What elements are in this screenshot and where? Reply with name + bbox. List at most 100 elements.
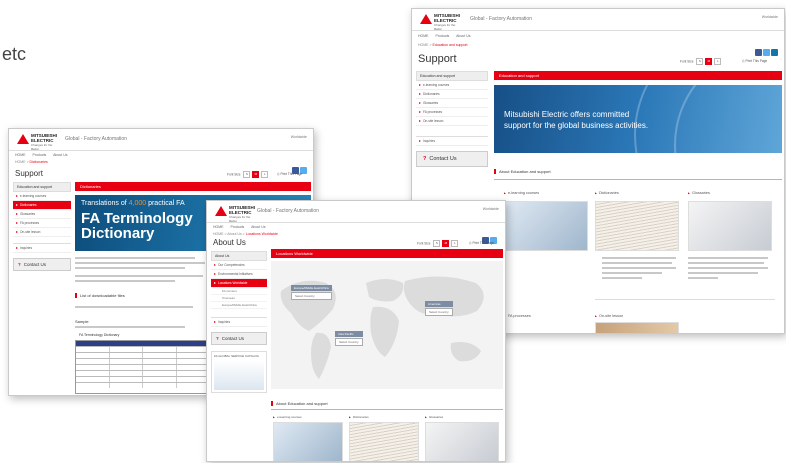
mitsubishi-logo[interactable]: MITSUBISHI ELECTRIC Changes for the Bett… [420, 13, 464, 31]
glossary-thumbnail[interactable] [688, 201, 772, 251]
sidebar-item-inquiries[interactable]: Inquiries [211, 317, 267, 327]
font-size-label: Font Size [417, 241, 431, 246]
sidebar-item-fa-processes[interactable]: FA processes [13, 219, 71, 228]
sidebar-subitem-overseas[interactable]: Overseas [211, 295, 267, 302]
sidebar-item-competencies[interactable]: Our Competencies [211, 261, 267, 270]
dictionary-thumbnail[interactable] [349, 422, 419, 461]
nav-about-us[interactable]: About Us [53, 153, 67, 157]
nav-about-us[interactable]: About Us [456, 34, 470, 38]
column-text [602, 257, 676, 259]
site-title: Global - Factory Automation [257, 208, 319, 214]
nav-home[interactable]: HOME [418, 34, 429, 38]
glossary-thumbnail[interactable] [425, 422, 499, 461]
question-icon: ? [423, 156, 427, 162]
font-size-large[interactable]: L [261, 171, 269, 178]
breadcrumb-home[interactable]: HOME [418, 43, 429, 47]
column-heading-glossaries[interactable]: Glossaries [425, 415, 443, 419]
breadcrumb-home[interactable]: HOME [213, 232, 224, 236]
table-row [76, 364, 210, 370]
sidebar-subitem-fa-centers[interactable]: FA Centers [211, 288, 267, 295]
print-page-link[interactable]: ⎙ Print This Page [469, 241, 494, 245]
font-size-large[interactable]: L [714, 58, 722, 65]
global-nav: HOME Products About Us [15, 153, 73, 157]
sidebar-item-glossaries[interactable]: Glossaries [416, 99, 488, 108]
worldwide-link[interactable]: Worldwide [762, 15, 778, 19]
breadcrumb-current: Dictionaries [29, 160, 48, 164]
section-red-bar: Locations Worldwide [271, 249, 503, 258]
section-heading-about: About Education and support [494, 169, 551, 174]
facebook-icon[interactable] [755, 49, 762, 56]
column-heading-dictionaries[interactable]: Dictionaries [595, 191, 619, 195]
sidebar: Education and support e-learning courses… [13, 182, 71, 271]
region-asia-pacific-select[interactable]: Select Country [335, 338, 363, 346]
font-size-medium[interactable]: M [442, 240, 450, 247]
nav-about-us[interactable]: About Us [251, 225, 265, 229]
column-heading-dictionaries[interactable]: Dictionaries [349, 415, 369, 419]
mitsubishi-logo[interactable]: MITSUBISHI ELECTRIC Changes for the Bett… [215, 205, 259, 223]
sidebar-item-inquiries[interactable]: Inquiries [416, 136, 488, 146]
sidebar-subitem-emea[interactable]: Europe/Middle East/Africa [211, 302, 267, 309]
nav-home[interactable]: HOME [15, 153, 26, 157]
region-emea-select[interactable]: Select Country [291, 292, 332, 300]
twitter-icon[interactable] [763, 49, 770, 56]
worldwide-link[interactable]: Worldwide [291, 135, 307, 139]
breadcrumb: HOME > Education and support [418, 43, 468, 47]
worldwide-link[interactable]: Worldwide [483, 207, 499, 211]
sidebar-item-locations[interactable]: Locations Worldwide [211, 279, 267, 288]
nav-home[interactable]: HOME [213, 225, 224, 229]
sidebar-item-e-learning[interactable]: e-learning courses [13, 192, 71, 201]
breadcrumb: HOME > Dictionaries [15, 160, 48, 164]
contact-us-button[interactable]: ? Contact Us [211, 332, 267, 345]
font-size-small[interactable]: S [243, 171, 251, 178]
e-learning-thumbnail[interactable] [504, 201, 588, 251]
breadcrumb-current: Locations Worldwide [245, 232, 278, 236]
font-size-medium[interactable]: M [705, 58, 713, 65]
logo-wordmark: MITSUBISHI ELECTRIC [434, 13, 461, 23]
column-heading-e-learning[interactable]: e-learning courses [273, 415, 302, 419]
contact-us-button[interactable]: ? Contact Us [13, 258, 71, 271]
logo-diamonds-icon [17, 134, 29, 144]
region-emea: Europe/Middle East/Africa Select Country [291, 285, 332, 300]
sidebar-item-inquiries[interactable]: Inquiries [13, 243, 71, 253]
font-size-medium[interactable]: M [252, 171, 260, 178]
sidebar-item-glossaries[interactable]: Glossaries [13, 210, 71, 219]
service-catalog-box[interactable]: FA GLOBAL SERVICE CATALOG [211, 351, 267, 393]
banner-text: Mitsubishi Electric offers committed sup… [504, 109, 648, 131]
column-text [688, 267, 768, 269]
sidebar: Education and support e-learning courses… [416, 71, 488, 167]
sidebar-heading[interactable]: Education and support [416, 71, 488, 81]
on-site-thumbnail[interactable] [595, 322, 679, 333]
nav-products[interactable]: Products [435, 34, 449, 38]
print-page-link[interactable]: ⎙ Print This Page [277, 172, 302, 176]
sidebar-item-on-site[interactable]: On-site lesson [13, 228, 71, 237]
sidebar-item-e-learning[interactable]: e-learning courses [416, 81, 488, 90]
column-heading-fa-processes[interactable]: FA processes [504, 314, 531, 318]
sidebar-item-on-site[interactable]: On-site lesson [416, 117, 488, 126]
column-heading-on-site[interactable]: On-site lesson [595, 314, 623, 318]
sidebar-heading[interactable]: About Us [211, 251, 267, 261]
font-size-small[interactable]: S [433, 240, 441, 247]
font-size-small[interactable]: S [696, 58, 704, 65]
sidebar-heading[interactable]: Education and support [13, 182, 71, 192]
banner-subtitle: Translations of 4,000 practical FA [81, 200, 185, 207]
breadcrumb-about[interactable]: About Us [227, 232, 241, 236]
font-size-large[interactable]: L [451, 240, 459, 247]
nav-products[interactable]: Products [32, 153, 46, 157]
sidebar-item-environment[interactable]: Environmental Initiatives [211, 270, 267, 279]
nav-products[interactable]: Products [230, 225, 244, 229]
contact-us-button[interactable]: ? Contact Us [416, 151, 488, 167]
print-label: Print This Page [472, 241, 495, 245]
sidebar-item-dictionaries[interactable]: Dictionaries [13, 201, 71, 210]
sidebar-item-dictionaries[interactable]: Dictionaries [416, 90, 488, 99]
linkedin-icon[interactable] [771, 49, 778, 56]
column-heading-e-learning[interactable]: e-learning courses [504, 191, 539, 195]
breadcrumb-home[interactable]: HOME [15, 160, 26, 164]
print-page-link[interactable]: ⎙ Print This Page [742, 59, 767, 63]
e-learning-thumbnail[interactable] [273, 422, 343, 461]
dictionary-thumbnail[interactable] [595, 201, 679, 251]
sidebar-item-fa-processes[interactable]: FA processes [416, 108, 488, 117]
column-heading-glossaries[interactable]: Glossaries [688, 191, 710, 195]
banner-title: FA Terminology Dictionary [81, 211, 193, 241]
mitsubishi-logo[interactable]: MITSUBISHI ELECTRIC Changes for the Bett… [17, 133, 61, 151]
region-americas-select[interactable]: Select Country [425, 308, 453, 316]
